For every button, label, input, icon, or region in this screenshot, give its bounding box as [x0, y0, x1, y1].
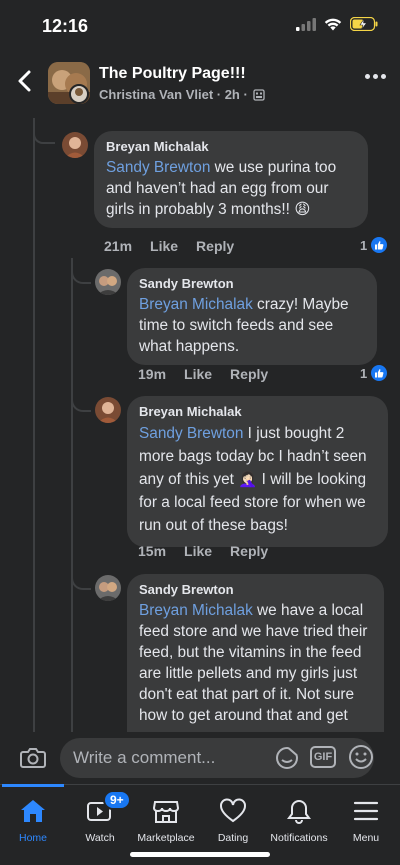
comment-author[interactable]: Sandy Brewton: [139, 276, 365, 291]
mention-link[interactable]: Sandy Brewton: [106, 159, 210, 176]
like-button[interactable]: Like: [150, 238, 178, 254]
comment-time: 15m: [138, 543, 167, 559]
camera-icon[interactable]: [20, 746, 46, 770]
comment-actions: 21m Like Reply: [104, 238, 234, 254]
reply-branch: [71, 258, 91, 590]
thread-line: [33, 118, 35, 738]
like-reaction-icon: [371, 365, 388, 381]
comment-author[interactable]: Breyan Michalak: [139, 404, 376, 419]
avatar[interactable]: [95, 397, 121, 423]
comment-actions: 15m Like Reply: [138, 543, 268, 559]
status-time: 12:16: [42, 16, 89, 36]
reply-button[interactable]: Reply: [230, 543, 268, 559]
tab-marketplace[interactable]: Marketplace: [133, 785, 199, 844]
signal-icon: [296, 17, 316, 31]
marketplace-icon: [152, 801, 180, 823]
wifi-icon: [324, 18, 342, 30]
tab-notifications[interactable]: Notifications: [266, 785, 332, 844]
like-button[interactable]: Like: [184, 543, 212, 559]
comment-text: Breyan Michalak crazy! Maybe time to swi…: [139, 296, 349, 355]
comment-bubble[interactable]: Breyan Michalak Sandy Brewton I just bou…: [127, 396, 388, 547]
comment-time: 19m: [138, 366, 167, 382]
reply-button[interactable]: Reply: [230, 366, 268, 382]
mention-link[interactable]: Breyan Michalak: [139, 602, 253, 619]
post-subtitle: Christina Van Vliet · 2h ·: [99, 87, 265, 102]
tab-menu[interactable]: Menu: [333, 785, 399, 844]
comment-bubble[interactable]: Sandy Brewton Breyan Michalak crazy! May…: [127, 268, 377, 365]
reaction-count[interactable]: 1: [360, 365, 388, 381]
avatar[interactable]: [95, 575, 121, 601]
comment-bubble[interactable]: Sandy Brewton Breyan Michalak we have a …: [127, 574, 384, 732]
sticker-icon[interactable]: [274, 746, 300, 770]
gif-button[interactable]: GIF: [310, 746, 336, 768]
comment-author[interactable]: Breyan Michalak: [106, 139, 356, 154]
comment-text: Sandy Brewton we use purina too and have…: [106, 159, 337, 218]
home-icon: [21, 800, 45, 822]
avatar[interactable]: [62, 132, 88, 158]
active-tab-indicator: [2, 784, 64, 787]
mention-link[interactable]: Breyan Michalak: [139, 296, 253, 313]
back-arrow-icon[interactable]: [12, 66, 38, 96]
privacy-icon: [253, 88, 265, 101]
comment-composer: Write a comment... GIF: [0, 732, 400, 784]
more-options-icon[interactable]: [365, 74, 386, 79]
tab-home[interactable]: Home: [0, 784, 66, 844]
tab-dating[interactable]: Dating: [200, 785, 266, 844]
page-title[interactable]: The Poultry Page!!!: [99, 65, 246, 83]
like-reaction-icon: [371, 237, 388, 253]
comment-actions: 19m Like Reply: [138, 366, 268, 382]
reply-button[interactable]: Reply: [196, 238, 234, 254]
post-author-time[interactable]: Christina Van Vliet · 2h ·: [99, 87, 248, 102]
comment-author[interactable]: Sandy Brewton: [139, 582, 372, 597]
group-avatar[interactable]: [48, 62, 90, 104]
emoji-icon[interactable]: [348, 744, 374, 770]
bell-icon: [287, 799, 311, 824]
comment-bubble[interactable]: Breyan Michalak Sandy Brewton we use pur…: [94, 131, 368, 228]
reply-thread-line: [71, 258, 73, 738]
battery-icon: [350, 17, 378, 31]
dating-icon: [220, 798, 246, 823]
comment-text: Sandy Brewton I just bought 2 more bags …: [139, 425, 367, 534]
home-indicator: [130, 852, 270, 857]
status-icons: [296, 17, 378, 31]
like-button[interactable]: Like: [184, 366, 212, 382]
status-bar: 12:16: [0, 0, 400, 52]
comment-time: 21m: [104, 238, 133, 254]
comment-text: Breyan Michalak we have a local feed sto…: [139, 602, 368, 724]
bottom-tab-bar: Home 9+ Watch Marketplace Dating Notific…: [0, 784, 400, 865]
watch-badge: 9+: [103, 790, 131, 810]
thread-branch: [33, 118, 55, 144]
post-header: The Poultry Page!!! Christina Van Vliet …: [0, 52, 400, 114]
reaction-count[interactable]: 1: [360, 237, 388, 253]
menu-icon: [353, 801, 379, 821]
mention-link[interactable]: Sandy Brewton: [139, 425, 243, 442]
tab-watch[interactable]: 9+ Watch: [67, 785, 133, 844]
avatar[interactable]: [95, 269, 121, 295]
